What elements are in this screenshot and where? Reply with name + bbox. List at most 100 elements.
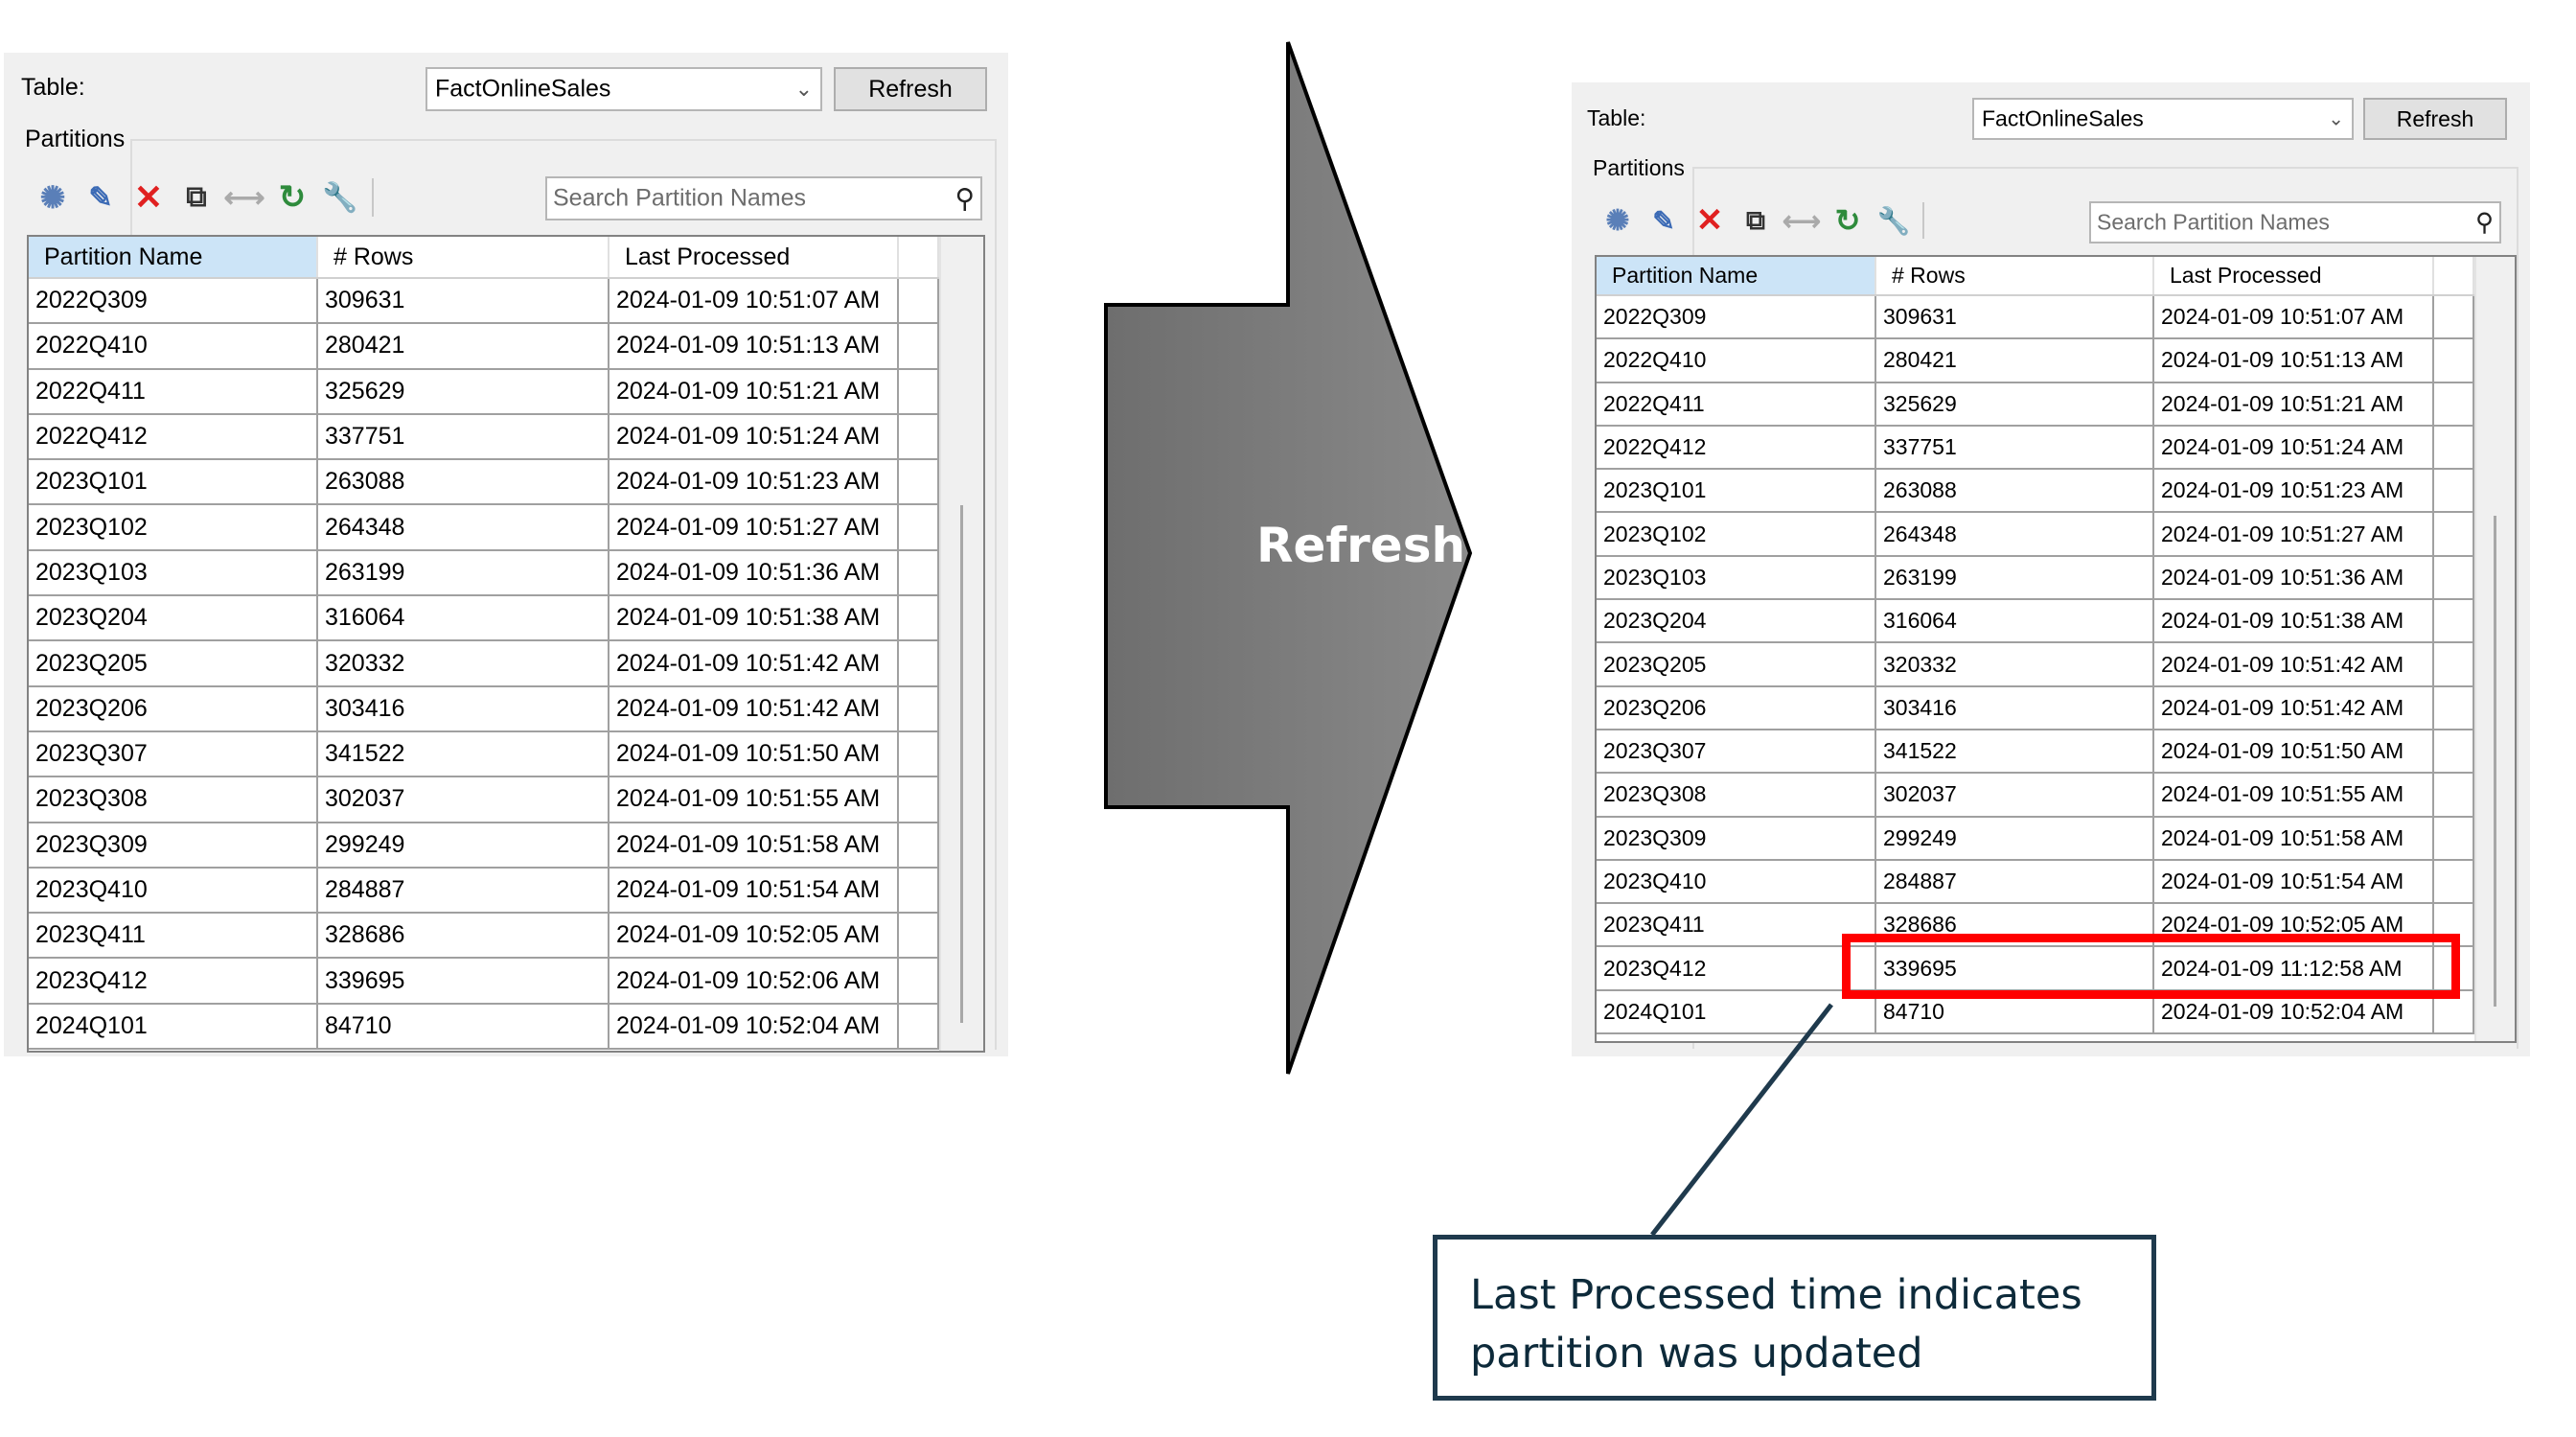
- cell-last-processed: 2024-01-09 10:51:13 AM: [610, 324, 899, 368]
- settings-wrench-icon[interactable]: 🔧: [1871, 199, 1917, 242]
- edit-icon[interactable]: ✎: [77, 175, 125, 220]
- table-row[interactable]: 2023Q205 320332 2024-01-09 10:51:42 AM: [29, 641, 939, 687]
- table-row[interactable]: 2023Q204 316064 2024-01-09 10:51:38 AM: [1597, 600, 2474, 644]
- table-row[interactable]: 2023Q101 263088 2024-01-09 10:51:23 AM: [1597, 470, 2474, 514]
- table-row[interactable]: 2022Q412 337751 2024-01-09 10:51:24 AM: [1597, 426, 2474, 471]
- table-row[interactable]: 2023Q103 263199 2024-01-09 10:51:36 AM: [1597, 556, 2474, 601]
- table-row[interactable]: 2022Q411 325629 2024-01-09 10:51:21 AM: [29, 369, 939, 415]
- merge-icon[interactable]: ⟷: [220, 175, 268, 220]
- refresh-button[interactable]: Refresh: [834, 67, 987, 111]
- partition-manager-before: Table: FactOnlineSales ⌄ Refresh Partiti…: [4, 53, 1008, 1056]
- process-icon[interactable]: ✺: [29, 175, 77, 220]
- table-row[interactable]: 2023Q205 320332 2024-01-09 10:51:42 AM: [1597, 643, 2474, 687]
- callout-box: Last Processed time indicates partition …: [1433, 1235, 2156, 1401]
- cell-filler: [899, 324, 939, 368]
- cell-last-processed: 2024-01-09 10:51:42 AM: [2154, 686, 2434, 729]
- table-row[interactable]: 2023Q410 284887 2024-01-09 10:51:54 AM: [1597, 860, 2474, 905]
- chevron-down-icon[interactable]: ⌄: [2328, 107, 2344, 131]
- table-row[interactable]: 2022Q309 309631 2024-01-09 10:51:07 AM: [1597, 296, 2474, 340]
- cell-rows: 284887: [1876, 860, 2154, 903]
- vertical-scrollbar[interactable]: [2474, 257, 2515, 1041]
- cell-rows: 263088: [1876, 470, 2154, 512]
- cell-rows: 341522: [1876, 730, 2154, 773]
- table-row[interactable]: 2022Q412 337751 2024-01-09 10:51:24 AM: [29, 414, 939, 461]
- partitions-grid[interactable]: Partition Name # Rows Last Processed 202…: [27, 235, 985, 1053]
- cell-filler: [899, 686, 939, 730]
- copy-icon[interactable]: ⧉: [1733, 199, 1779, 242]
- table-select[interactable]: FactOnlineSales ⌄: [1972, 98, 2354, 140]
- table-row[interactable]: 2022Q411 325629 2024-01-09 10:51:21 AM: [1597, 382, 2474, 427]
- table-row[interactable]: 2023Q206 303416 2024-01-09 10:51:42 AM: [29, 686, 939, 732]
- table-row[interactable]: 2023Q101 263088 2024-01-09 10:51:23 AM: [29, 460, 939, 506]
- search-icon[interactable]: ⚲: [2475, 208, 2494, 238]
- refresh-button[interactable]: Refresh: [2363, 98, 2507, 140]
- partition-manager-after: Table: FactOnlineSales ⌄ Refresh Partiti…: [1572, 82, 2530, 1056]
- merge-icon[interactable]: ⟷: [1779, 199, 1825, 242]
- column-rows[interactable]: # Rows: [1876, 257, 2154, 294]
- cell-partition-name: 2023Q204: [29, 596, 318, 640]
- refresh-partition-icon[interactable]: ↻: [1825, 199, 1871, 242]
- chevron-down-icon[interactable]: ⌄: [795, 77, 813, 102]
- column-partition-name[interactable]: Partition Name: [1597, 257, 1876, 294]
- toolbar-separator: [372, 178, 374, 217]
- search-partition-input[interactable]: Search Partition Names ⚲: [545, 176, 982, 220]
- partitions-grid[interactable]: Partition Name # Rows Last Processed 202…: [1595, 255, 2517, 1043]
- grid-header: Partition Name # Rows Last Processed: [29, 237, 939, 279]
- table-row[interactable]: 2023Q103 263199 2024-01-09 10:51:36 AM: [29, 550, 939, 597]
- copy-icon[interactable]: ⧉: [172, 175, 220, 220]
- scrollbar-thumb[interactable]: [2494, 516, 2496, 1007]
- cell-rows: 263088: [318, 460, 610, 504]
- process-icon[interactable]: ✺: [1595, 199, 1641, 242]
- table-row[interactable]: 2024Q101 84710 2024-01-09 10:52:04 AM: [29, 1004, 939, 1051]
- table-row[interactable]: 2023Q308 302037 2024-01-09 10:51:55 AM: [29, 777, 939, 823]
- cell-filler: [2434, 382, 2474, 425]
- table-row[interactable]: 2023Q309 299249 2024-01-09 10:51:58 AM: [1597, 817, 2474, 861]
- edit-icon[interactable]: ✎: [1641, 199, 1687, 242]
- partitions-group-label: Partitions: [25, 126, 126, 152]
- column-rows[interactable]: # Rows: [318, 237, 610, 277]
- column-partition-name[interactable]: Partition Name: [29, 237, 318, 277]
- cell-filler: [2434, 513, 2474, 555]
- cell-partition-name: 2023Q308: [1597, 774, 1876, 816]
- table-row[interactable]: 2023Q206 303416 2024-01-09 10:51:42 AM: [1597, 686, 2474, 730]
- table-row[interactable]: 2022Q309 309631 2024-01-09 10:51:07 AM: [29, 279, 939, 325]
- search-icon[interactable]: ⚲: [954, 183, 975, 215]
- column-last-processed[interactable]: Last Processed: [2154, 257, 2434, 294]
- cell-last-processed: 2024-01-09 10:52:04 AM: [610, 1004, 899, 1049]
- table-row[interactable]: 2023Q412 339695 2024-01-09 10:52:06 AM: [29, 959, 939, 1005]
- cell-partition-name: 2022Q412: [29, 414, 318, 459]
- table-row[interactable]: 2023Q307 341522 2024-01-09 10:51:50 AM: [1597, 730, 2474, 775]
- search-placeholder: Search Partition Names: [2097, 209, 2330, 235]
- cell-partition-name: 2023Q411: [29, 914, 318, 958]
- table-row[interactable]: 2023Q102 264348 2024-01-09 10:51:27 AM: [29, 505, 939, 551]
- delete-icon[interactable]: ✕: [125, 175, 172, 220]
- table-row[interactable]: 2023Q309 299249 2024-01-09 10:51:58 AM: [29, 823, 939, 869]
- table-row[interactable]: 2023Q410 284887 2024-01-09 10:51:54 AM: [29, 868, 939, 915]
- cell-partition-name: 2023Q308: [29, 777, 318, 822]
- cell-filler: [2434, 860, 2474, 903]
- table-row[interactable]: 2023Q102 264348 2024-01-09 10:51:27 AM: [1597, 513, 2474, 557]
- table-row[interactable]: 2023Q308 302037 2024-01-09 10:51:55 AM: [1597, 774, 2474, 818]
- cell-partition-name: 2023Q103: [1597, 556, 1876, 599]
- table-row[interactable]: 2023Q307 341522 2024-01-09 10:51:50 AM: [29, 731, 939, 778]
- table-row[interactable]: 2022Q410 280421 2024-01-09 10:51:13 AM: [29, 324, 939, 370]
- column-last-processed[interactable]: Last Processed: [610, 237, 899, 277]
- cell-filler: [899, 641, 939, 685]
- settings-wrench-icon[interactable]: 🔧: [316, 175, 364, 220]
- search-partition-input[interactable]: Search Partition Names ⚲: [2089, 201, 2501, 243]
- cell-rows: 316064: [1876, 600, 2154, 642]
- grid-rows: 2022Q309 309631 2024-01-09 10:51:07 AM 2022…: [1597, 296, 2474, 1035]
- scrollbar-thumb[interactable]: [960, 505, 963, 1023]
- table-row[interactable]: 2022Q410 280421 2024-01-09 10:51:13 AM: [1597, 339, 2474, 383]
- delete-icon[interactable]: ✕: [1687, 199, 1733, 242]
- vertical-scrollbar[interactable]: [939, 237, 983, 1051]
- cell-partition-name: 2022Q410: [1597, 339, 1876, 382]
- cell-filler: [2434, 774, 2474, 816]
- cell-rows: 339695: [318, 959, 610, 1003]
- table-select[interactable]: FactOnlineSales ⌄: [426, 67, 822, 111]
- table-row[interactable]: 2023Q411 328686 2024-01-09 10:52:05 AM: [29, 914, 939, 960]
- cell-rows: 316064: [318, 596, 610, 640]
- cell-last-processed: 2024-01-09 10:51:55 AM: [2154, 774, 2434, 816]
- refresh-partition-icon[interactable]: ↻: [268, 175, 316, 220]
- table-row[interactable]: 2023Q204 316064 2024-01-09 10:51:38 AM: [29, 596, 939, 642]
